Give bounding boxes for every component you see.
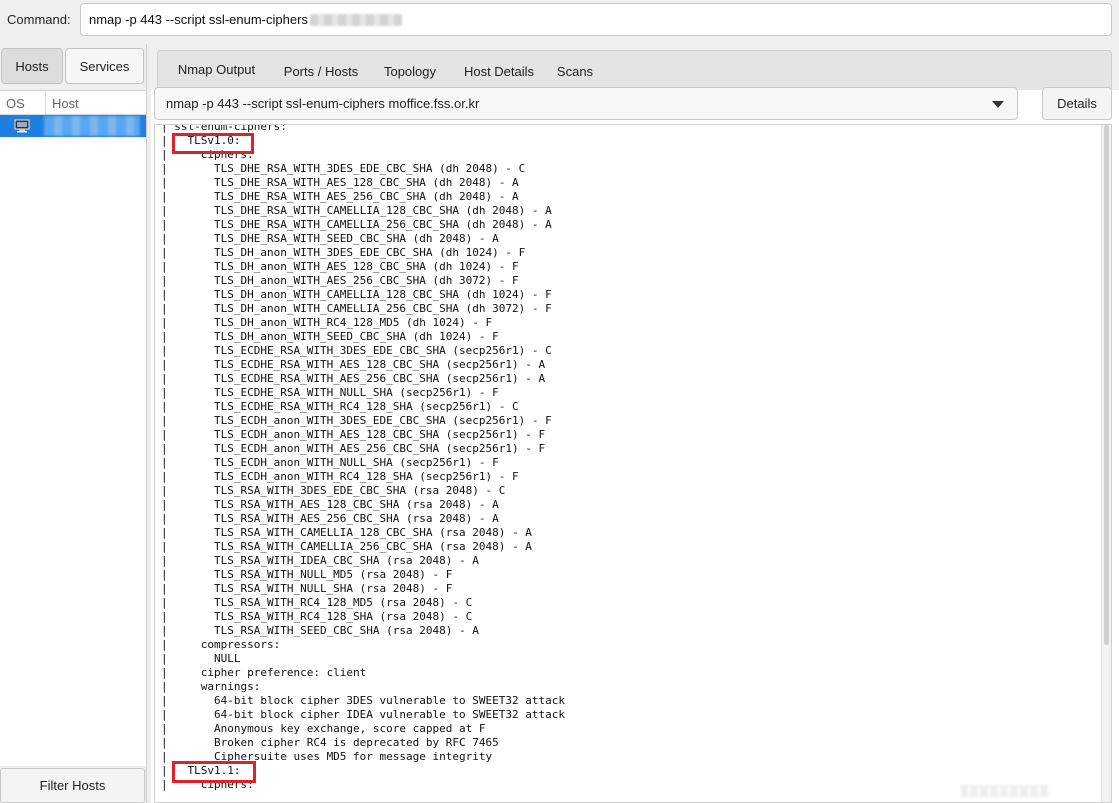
hosts-list-header: OS Host <box>0 91 146 115</box>
tab-scans[interactable]: Scans <box>556 51 594 91</box>
left-tabs: Hosts Services <box>0 48 147 86</box>
filter-hosts-button[interactable]: Filter Hosts <box>0 768 145 803</box>
os-column-header[interactable]: OS <box>0 91 46 114</box>
scan-history-value: nmap -p 443 --script ssl-enum-ciphers mo… <box>166 96 480 111</box>
host-row-selected[interactable] <box>0 115 146 137</box>
tab-host-details[interactable]: Host Details <box>458 51 540 91</box>
redacted-host-name <box>44 116 140 136</box>
scroll-thumb[interactable] <box>1104 125 1109 645</box>
hosts-tab[interactable]: Hosts <box>1 48 63 84</box>
tab-ports-hosts[interactable]: Ports / Hosts <box>276 51 366 91</box>
command-input[interactable]: nmap -p 443 --script ssl-enum-ciphers <box>80 3 1112 36</box>
command-text: nmap -p 443 --script ssl-enum-ciphers <box>89 12 308 27</box>
right-pane: Nmap Output Ports / Hosts Topology Host … <box>151 44 1119 803</box>
command-label: Command: <box>7 12 71 27</box>
scan-history-select[interactable]: nmap -p 443 --script ssl-enum-ciphers mo… <box>154 87 1018 120</box>
hosts-list: OS Host <box>0 90 146 766</box>
tab-nmap-output[interactable]: Nmap Output <box>169 51 264 91</box>
zenmap-window: Command: nmap -p 443 --script ssl-enum-c… <box>0 0 1119 803</box>
nmap-output-text[interactable]: | ssl-enum-ciphers: | TLSv1.0: | ciphers… <box>154 124 1112 803</box>
command-bar: Command: nmap -p 443 --script ssl-enum-c… <box>0 0 1119 42</box>
watermark <box>961 785 1049 797</box>
services-tab[interactable]: Services <box>65 48 144 84</box>
main-tabs: Nmap Output Ports / Hosts Topology Host … <box>157 50 1112 91</box>
output-scrollbar[interactable] <box>1101 125 1111 802</box>
dropdown-caret-icon <box>992 101 1004 108</box>
host-column-header[interactable]: Host <box>46 91 146 114</box>
redacted-target <box>309 13 402 26</box>
output-pre: | ssl-enum-ciphers: | TLSv1.0: | ciphers… <box>161 124 565 791</box>
nmap-output-panel: nmap -p 443 --script ssl-enum-ciphers mo… <box>151 87 1119 803</box>
left-pane: Hosts Services OS Host Filter Hosts <box>0 44 147 803</box>
details-button[interactable]: Details <box>1042 87 1112 120</box>
computer-icon <box>14 119 30 133</box>
tab-topology[interactable]: Topology <box>378 51 442 91</box>
